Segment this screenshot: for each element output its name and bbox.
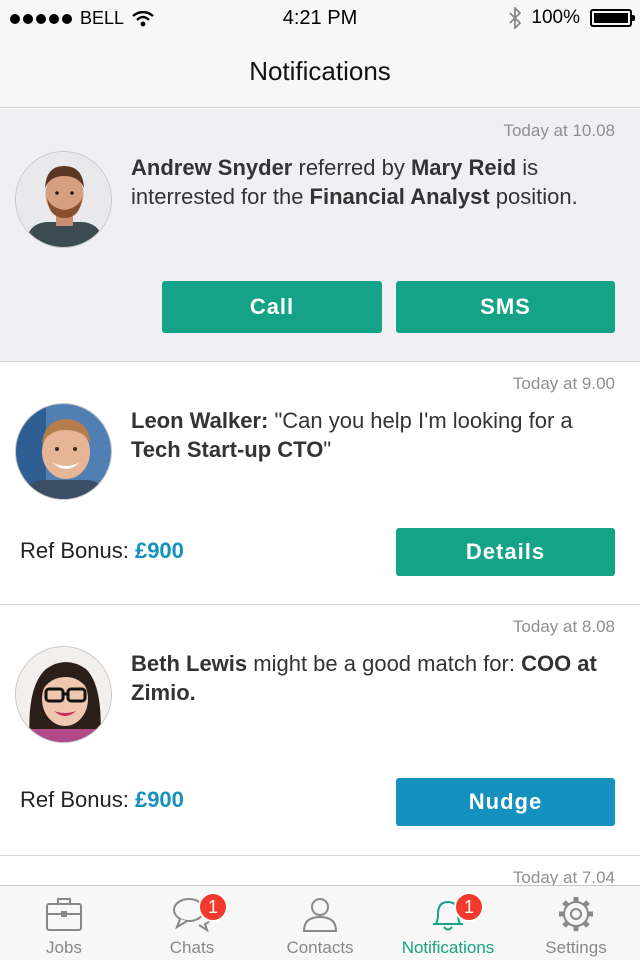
tab-bar: Jobs 1 Chats Contacts 1 Notifications Se… [0,885,640,960]
message-text: referred by [292,155,411,180]
ref-bonus-amount: £900 [134,787,184,812]
tab-settings[interactable]: Settings [512,886,640,960]
ref-bonus-label: Ref Bonus: [20,787,135,812]
tab-chats[interactable]: 1 Chats [128,886,256,960]
notification-message: Leon Walker: "Can you help I'm looking f… [131,406,622,464]
bluetooth-icon [509,7,522,29]
notification-time: Today at 9.00 [512,374,615,393]
tab-label: Settings [545,938,607,957]
gear-icon [559,897,593,931]
notification-card: Today at 8.08 Beth Lewis might be a good… [0,605,640,856]
ref-bonus-amount: £900 [134,538,184,563]
notification-card: Today at 7.04 [0,856,640,885]
tab-notifications[interactable]: 1 Notifications [384,886,512,960]
role-name: Tech Start-up CTO [131,437,324,462]
sms-button[interactable]: SMS [396,281,615,333]
battery-label: 100% [531,7,580,28]
tab-label: Notifications [401,938,495,957]
nudge-button[interactable]: Nudge [396,778,615,826]
notification-time: Today at 10.08 [503,121,615,140]
briefcase-icon [46,898,82,931]
notification-time: Today at 8.08 [512,617,615,636]
message-text: might be a good match for: [247,651,522,676]
referrer-name: Mary Reid [410,155,517,180]
notification-card: Today at 10.08 Andrew Snyder referred by… [0,109,640,362]
battery-icon [590,9,635,27]
tab-label: Contacts [286,938,354,957]
ref-bonus: Ref Bonus: £900 [20,787,184,813]
sender-name: Leon Walker: [131,408,269,433]
nav-bar: Notifications [0,38,640,108]
notification-card: Today at 9.00 Leon Walker: "Can you help… [0,362,640,605]
tab-label: Jobs [46,938,82,957]
avatar [15,403,112,500]
notification-message: Beth Lewis might be a good match for: CO… [131,649,622,707]
position-name: Financial Analyst [309,184,490,209]
candidate-name: Andrew Snyder [131,155,293,180]
tab-contacts[interactable]: Contacts [256,886,384,960]
status-bar: BELL 4:21 PM 100% [0,0,640,38]
message-text: " [323,437,332,462]
page-title: Notifications [249,56,391,86]
message-text: position. [489,184,578,209]
ref-bonus-label: Ref Bonus: [20,538,135,563]
candidate-name: Beth Lewis [131,651,248,676]
call-button[interactable]: Call [162,281,382,333]
status-right: 100% [509,7,635,29]
person-icon [302,898,338,932]
notification-feed[interactable]: Today at 10.08 Andrew Snyder referred by… [0,109,640,885]
avatar [15,646,112,743]
tab-jobs[interactable]: Jobs [0,886,128,960]
message-text: "Can you help I'm looking for a [268,408,573,433]
details-button[interactable]: Details [396,528,615,576]
tab-label: Chats [169,938,215,957]
unread-badge: 1 [198,892,228,922]
notification-message: Andrew Snyder referred by Mary Reid is i… [131,153,622,211]
notification-time: Today at 7.04 [512,868,615,885]
unread-badge: 1 [454,892,484,922]
avatar [15,151,112,248]
ref-bonus: Ref Bonus: £900 [20,538,184,564]
